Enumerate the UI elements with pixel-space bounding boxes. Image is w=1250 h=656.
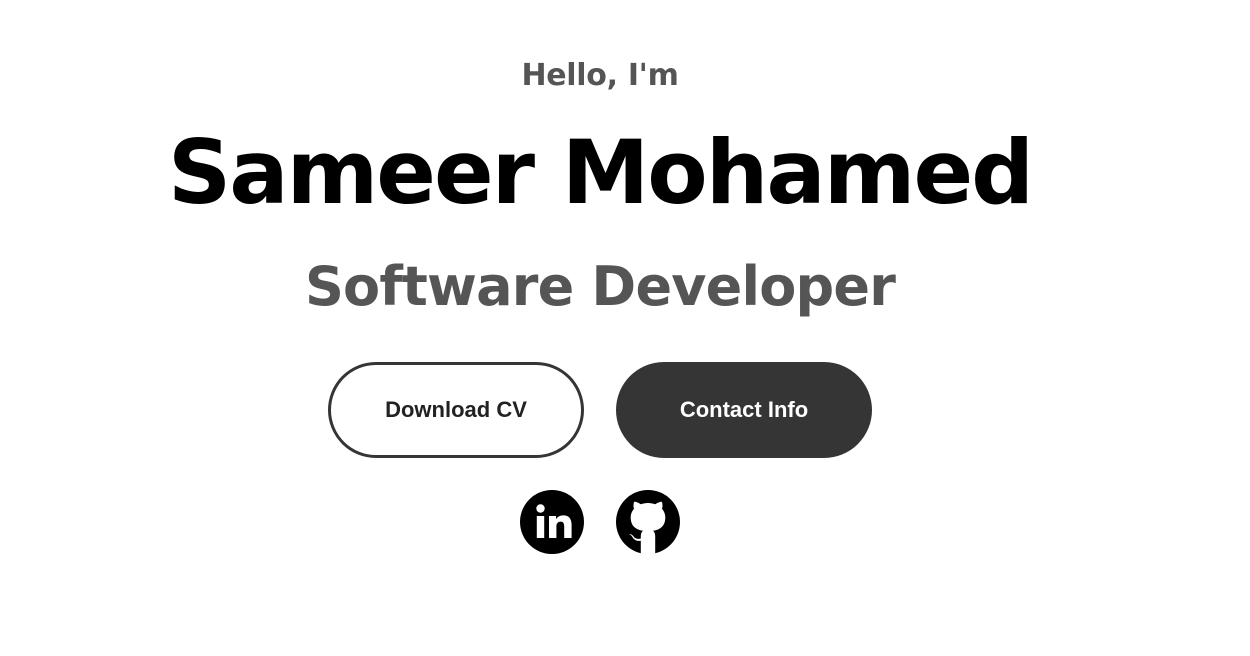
download-cv-label: Download CV [385,397,527,422]
github-icon[interactable] [616,490,680,554]
contact-info-button[interactable]: Contact Info [616,362,872,458]
contact-info-label: Contact Info [679,397,809,422]
download-cv-button[interactable]: Download CV [328,362,584,458]
greeting-text: Hello, I'm [521,58,679,93]
hero-section: Hello, I'm Sameer Mohamed Software Devel… [0,0,1200,656]
role-title: Software Developer [304,255,896,318]
name-heading: Sameer Mohamed [167,121,1034,224]
linkedin-icon[interactable] [520,490,584,554]
